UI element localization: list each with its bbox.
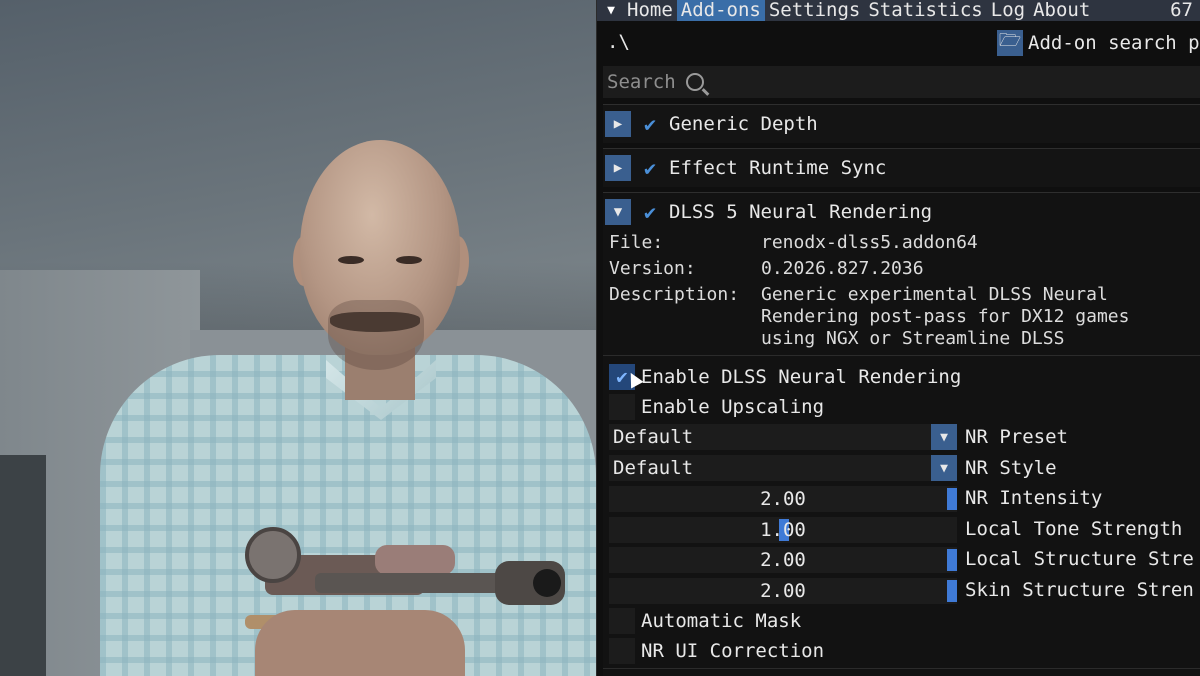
enable-nr-option[interactable]: ✔ Enable DLSS Neural Rendering	[609, 364, 961, 390]
fps-counter: 67	[1170, 0, 1193, 21]
local-structure-strength-value: 2.00	[760, 549, 806, 571]
collapse-arrow-icon[interactable]: ▼	[605, 199, 631, 225]
addon-search-path-button[interactable]: 🗁 Add-on search p	[997, 28, 1200, 58]
menu-settings[interactable]: Settings	[765, 0, 865, 21]
addon-effect-runtime-sync: ▶ ✔ Effect Runtime Sync	[603, 148, 1200, 187]
nr-ui-correction-label: NR UI Correction	[641, 640, 825, 662]
skin-structure-strength-label: Skin Structure Stren	[965, 579, 1194, 601]
nr-ui-correction-option[interactable]: ✔ NR UI Correction	[609, 638, 824, 664]
nr-intensity-label: NR Intensity	[965, 487, 1103, 509]
character-hands	[255, 610, 465, 676]
menu-log[interactable]: Log	[987, 0, 1029, 21]
menu-bar: ▼ Home Add-ons Settings Statistics Log A…	[597, 0, 1200, 21]
description-line: using NGX or Streamline DLSS	[761, 328, 1065, 349]
addon-overlay-panel: ▼ Home Add-ons Settings Statistics Log A…	[596, 0, 1200, 676]
description-line: Rendering post-pass for DX12 games	[761, 306, 1130, 327]
addon-name: Generic Depth	[669, 113, 818, 135]
slider-grab[interactable]	[947, 549, 957, 571]
description-key: Description:	[609, 284, 740, 305]
nr-intensity-slider[interactable]: 2.00	[609, 486, 957, 512]
menu-triangle-icon[interactable]: ▼	[599, 0, 623, 21]
addon-name: DLSS 5 Neural Rendering	[669, 201, 933, 223]
search-icon	[685, 73, 704, 91]
doorway	[0, 455, 46, 676]
slider-grab[interactable]	[947, 488, 957, 510]
menu-about[interactable]: About	[1029, 0, 1094, 21]
enable-upscaling-option[interactable]: ✔ Enable Upscaling	[609, 394, 824, 420]
dropdown-arrow-icon[interactable]: ▼	[931, 424, 957, 450]
automatic-mask-option[interactable]: ✔ Automatic Mask	[609, 608, 801, 634]
nr-preset-dropdown[interactable]: Default ▼	[609, 424, 957, 450]
automatic-mask-checkbox[interactable]: ✔	[609, 608, 635, 634]
version-key: Version:	[609, 258, 696, 279]
search-input[interactable]: Search	[603, 66, 1200, 98]
checkmark-icon[interactable]: ✔	[637, 155, 663, 181]
search-placeholder: Search	[607, 71, 676, 93]
dropdown-arrow-icon[interactable]: ▼	[931, 455, 957, 481]
menu-home[interactable]: Home	[623, 0, 677, 21]
game-viewport	[0, 0, 596, 676]
skin-structure-strength-value: 2.00	[760, 580, 806, 602]
menu-statistics[interactable]: Statistics	[864, 0, 986, 21]
nr-preset-value: Default	[613, 426, 694, 448]
automatic-mask-label: Automatic Mask	[641, 610, 802, 632]
character-mustache	[330, 312, 420, 332]
local-tone-strength-label: Local Tone Strength	[965, 518, 1183, 540]
nr-intensity-value: 2.00	[760, 488, 806, 510]
addon-search-label: Add-on search p	[1028, 32, 1200, 54]
addon-generic-depth: ▶ ✔ Generic Depth	[603, 104, 1200, 143]
nr-style-value: Default	[613, 457, 694, 479]
description-line: Generic experimental DLSS Neural	[761, 284, 1108, 305]
slider-grab[interactable]	[947, 580, 957, 602]
checkmark-icon[interactable]: ✔	[637, 199, 663, 225]
nr-style-dropdown[interactable]: Default ▼	[609, 455, 957, 481]
enable-upscaling-checkbox[interactable]: ✔	[609, 394, 635, 420]
addon-name: Effect Runtime Sync	[669, 157, 887, 179]
skin-structure-strength-slider[interactable]: 2.00	[609, 578, 957, 604]
menu-addons[interactable]: Add-ons	[676, 0, 765, 21]
file-key: File:	[609, 232, 664, 253]
local-structure-strength-label: Local Structure Stre	[965, 548, 1194, 570]
expand-arrow-icon[interactable]: ▶	[605, 111, 631, 137]
nr-style-label: NR Style	[965, 457, 1057, 479]
file-value: renodx-dlss5.addon64	[761, 232, 978, 253]
local-structure-strength-slider[interactable]: 2.00	[609, 547, 957, 573]
expand-arrow-icon[interactable]: ▶	[605, 155, 631, 181]
local-tone-strength-slider[interactable]: 1.00	[609, 517, 957, 543]
enable-upscaling-label: Enable Upscaling	[641, 396, 825, 418]
addon-path: .\	[607, 31, 630, 53]
version-value: 0.2026.827.2036	[761, 258, 924, 279]
enable-nr-label: Enable DLSS Neural Rendering	[641, 366, 962, 388]
nr-preset-label: NR Preset	[965, 426, 1068, 448]
addon-path-row: .\ 🗁 Add-on search p	[597, 24, 1200, 60]
nr-ui-correction-checkbox[interactable]: ✔	[609, 638, 635, 664]
local-tone-strength-value: 1.00	[760, 519, 806, 541]
folder-icon: 🗁	[997, 30, 1023, 56]
checkmark-icon[interactable]: ✔	[637, 111, 663, 137]
